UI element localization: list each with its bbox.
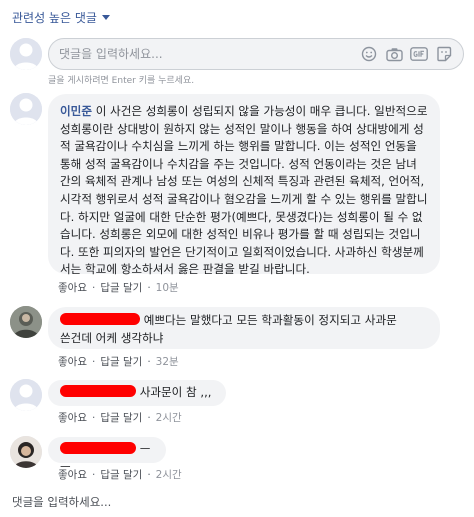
commenter-avatar[interactable]: [10, 306, 42, 338]
redacted-author: [60, 442, 136, 454]
comment-time[interactable]: 2시간: [156, 410, 182, 425]
comment-actions: 좋아요 · 답글 달기 · 2시간: [58, 410, 182, 425]
like-link[interactable]: 좋아요: [58, 280, 87, 295]
reply-link[interactable]: 답글 달기: [100, 280, 142, 295]
my-avatar: [10, 38, 42, 70]
camera-icon[interactable]: [385, 45, 403, 63]
redacted-author: [60, 313, 140, 325]
reply-link[interactable]: 답글 달기: [100, 467, 142, 482]
comment-time[interactable]: 32분: [156, 354, 179, 369]
default-profile-icon: [10, 38, 42, 70]
comment-text-line: 예쁘다는 말했다고 모든 학과활동이 정지되고 사과문: [143, 313, 397, 327]
comment-text-line: 쓴건데 어케 생각하냐: [60, 330, 164, 345]
like-link[interactable]: 좋아요: [58, 410, 87, 425]
like-link[interactable]: 좋아요: [58, 354, 87, 369]
comment-bubble: ㅡㅡ: [48, 437, 166, 474]
comment-author[interactable]: 이민준: [60, 104, 92, 118]
reply-link[interactable]: 답글 달기: [100, 410, 142, 425]
comment-actions: 좋아요 · 답글 달기 · 10분: [58, 280, 179, 295]
commenter-avatar[interactable]: [10, 93, 42, 125]
comment-actions: 좋아요 · 답글 달기 · 2시간: [58, 467, 182, 482]
emoji-icon[interactable]: [360, 45, 378, 63]
comment-time[interactable]: 10분: [156, 280, 179, 295]
profile-photo-icon: [10, 436, 42, 468]
default-profile-icon: [10, 93, 42, 125]
comment-sort-dropdown[interactable]: 관련성 높은 댓글: [12, 8, 110, 26]
reply-composer[interactable]: 댓글을 입력하세요...: [12, 494, 111, 510]
comment-composer[interactable]: [48, 38, 464, 70]
sort-label: 관련성 높은 댓글: [12, 10, 97, 25]
redacted-author: [60, 385, 136, 397]
gif-icon[interactable]: [410, 45, 428, 63]
composer-tools: [360, 45, 453, 63]
comment-bubble: 예쁘다는 말했다고 모든 학과활동이 정지되고 사과문 쓴건데 어케 생각하냐: [48, 307, 440, 349]
like-link[interactable]: 좋아요: [58, 467, 87, 482]
comment-time[interactable]: 2시간: [156, 467, 182, 482]
comment-actions: 좋아요 · 답글 달기 · 32분: [58, 354, 179, 369]
composer-hint: 글을 게시하려면 Enter 키를 누르세요.: [48, 76, 195, 86]
comment-input[interactable]: [59, 39, 359, 69]
caret-down-icon: [101, 15, 110, 20]
comment-bubble: 이민준 이 사건은 성희롱이 성립되지 않을 가능성이 매우 큽니다. 일반적으…: [48, 94, 440, 277]
comment-text: 이 사건은 성희롱이 성립되지 않을 가능성이 매우 큽니다. 일반적으로 성희…: [60, 104, 428, 277]
default-profile-icon: [10, 379, 42, 411]
commenter-avatar[interactable]: [10, 379, 42, 411]
commenter-avatar[interactable]: [10, 436, 42, 468]
sticker-icon[interactable]: [435, 45, 453, 63]
comment-bubble: 사과문이 참 ,,,: [48, 380, 226, 406]
reply-link[interactable]: 답글 달기: [100, 354, 142, 369]
comment-text: 사과문이 참 ,,,: [139, 385, 212, 399]
profile-photo-icon: [10, 306, 42, 338]
